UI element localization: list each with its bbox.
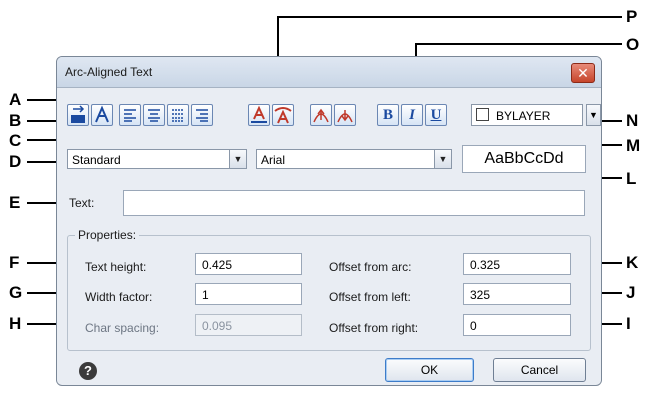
callout-c: C (9, 131, 22, 150)
italic-icon: I (409, 107, 415, 123)
color-value: BYLAYER (496, 109, 551, 123)
properties-label: Properties: (75, 228, 140, 242)
offset-right-input[interactable]: 0 (463, 314, 571, 336)
cancel-button[interactable]: Cancel (493, 358, 586, 382)
italic-button[interactable]: I (401, 104, 423, 126)
chevron-down-icon: ▼ (434, 150, 451, 168)
align-right-button[interactable] (191, 104, 213, 126)
title-bar: Arc-Aligned Text ✕ (57, 57, 601, 88)
callout-o: O (626, 35, 640, 54)
inward-arrow-icon (337, 110, 353, 123)
font-select[interactable]: Arial ▼ (256, 149, 452, 169)
callout-f: F (9, 253, 20, 272)
callout-i: I (626, 314, 631, 333)
text-style-value: Standard (72, 153, 121, 167)
dialog-title: Arc-Aligned Text (65, 65, 153, 79)
outward-arrow-icon (313, 108, 329, 123)
offset-left-label: Offset from left: (329, 290, 411, 304)
text-style-select[interactable]: Standard ▼ (67, 149, 247, 169)
callout-b: B (9, 111, 22, 130)
color-select[interactable]: BYLAYER (471, 104, 583, 126)
callout-p: P (626, 7, 638, 26)
align-left-button[interactable] (119, 104, 141, 126)
convex-side-button[interactable] (91, 104, 113, 126)
callout-m: M (626, 136, 641, 155)
text-label: Text: (69, 196, 95, 210)
callout-h: H (9, 314, 22, 333)
convex-text-button[interactable] (248, 104, 270, 126)
font-preview: AaBbCcDd (462, 145, 586, 173)
inward-direction-button[interactable] (334, 104, 356, 126)
help-icon[interactable]: ? (79, 362, 97, 380)
char-spacing-input: 0.095 (195, 314, 302, 336)
convex-text-icon (95, 105, 109, 123)
text-height-input[interactable]: 0.425 (195, 253, 302, 275)
chevron-down-icon: ▼ (589, 110, 598, 120)
align-center-button[interactable] (143, 104, 165, 126)
callout-k: K (626, 253, 639, 272)
callout-a: A (9, 90, 22, 109)
char-spacing-label: Char spacing: (85, 321, 160, 335)
callout-n: N (626, 111, 639, 130)
offset-arc-input[interactable]: 0.325 (463, 253, 571, 275)
underline-button[interactable]: U (425, 104, 447, 126)
arc-aligned-text-dialog: Arc-Aligned Text ✕ B I U BYLAYER ▼ Stand (56, 56, 602, 386)
text-height-label: Text height: (85, 260, 147, 274)
ok-button[interactable]: OK (385, 358, 474, 382)
text-on-concave-icon (274, 107, 292, 124)
callout-d: D (9, 152, 22, 171)
callout-l: L (626, 169, 637, 188)
color-dropdown-button[interactable]: ▼ (586, 104, 601, 126)
concave-text-button[interactable] (272, 104, 294, 126)
width-factor-label: Width factor: (85, 290, 153, 304)
outward-direction-button[interactable] (310, 104, 332, 126)
color-swatch (476, 108, 489, 121)
close-button[interactable]: ✕ (571, 63, 595, 83)
width-factor-input[interactable]: 1 (195, 283, 302, 305)
align-left-icon (124, 109, 136, 122)
text-on-convex-icon (251, 105, 267, 123)
font-value: Arial (261, 153, 286, 167)
align-right-icon (196, 109, 208, 122)
offset-left-input[interactable]: 325 (463, 283, 571, 305)
callout-g: G (9, 283, 23, 302)
callout-j: J (626, 283, 636, 302)
bold-button[interactable]: B (377, 104, 399, 126)
reverse-text-icon (71, 105, 85, 123)
chevron-down-icon: ▼ (229, 150, 246, 168)
offset-arc-label: Offset from arc: (329, 260, 412, 274)
fit-button[interactable] (167, 104, 189, 126)
underline-icon: U (430, 107, 442, 123)
offset-right-label: Offset from right: (329, 321, 419, 335)
align-center-icon (148, 109, 160, 122)
callout-e: E (9, 193, 21, 212)
reverse-text-button[interactable] (67, 104, 89, 126)
bold-icon: B (382, 107, 393, 123)
fit-text-icon (172, 109, 184, 122)
text-input[interactable] (123, 190, 585, 216)
